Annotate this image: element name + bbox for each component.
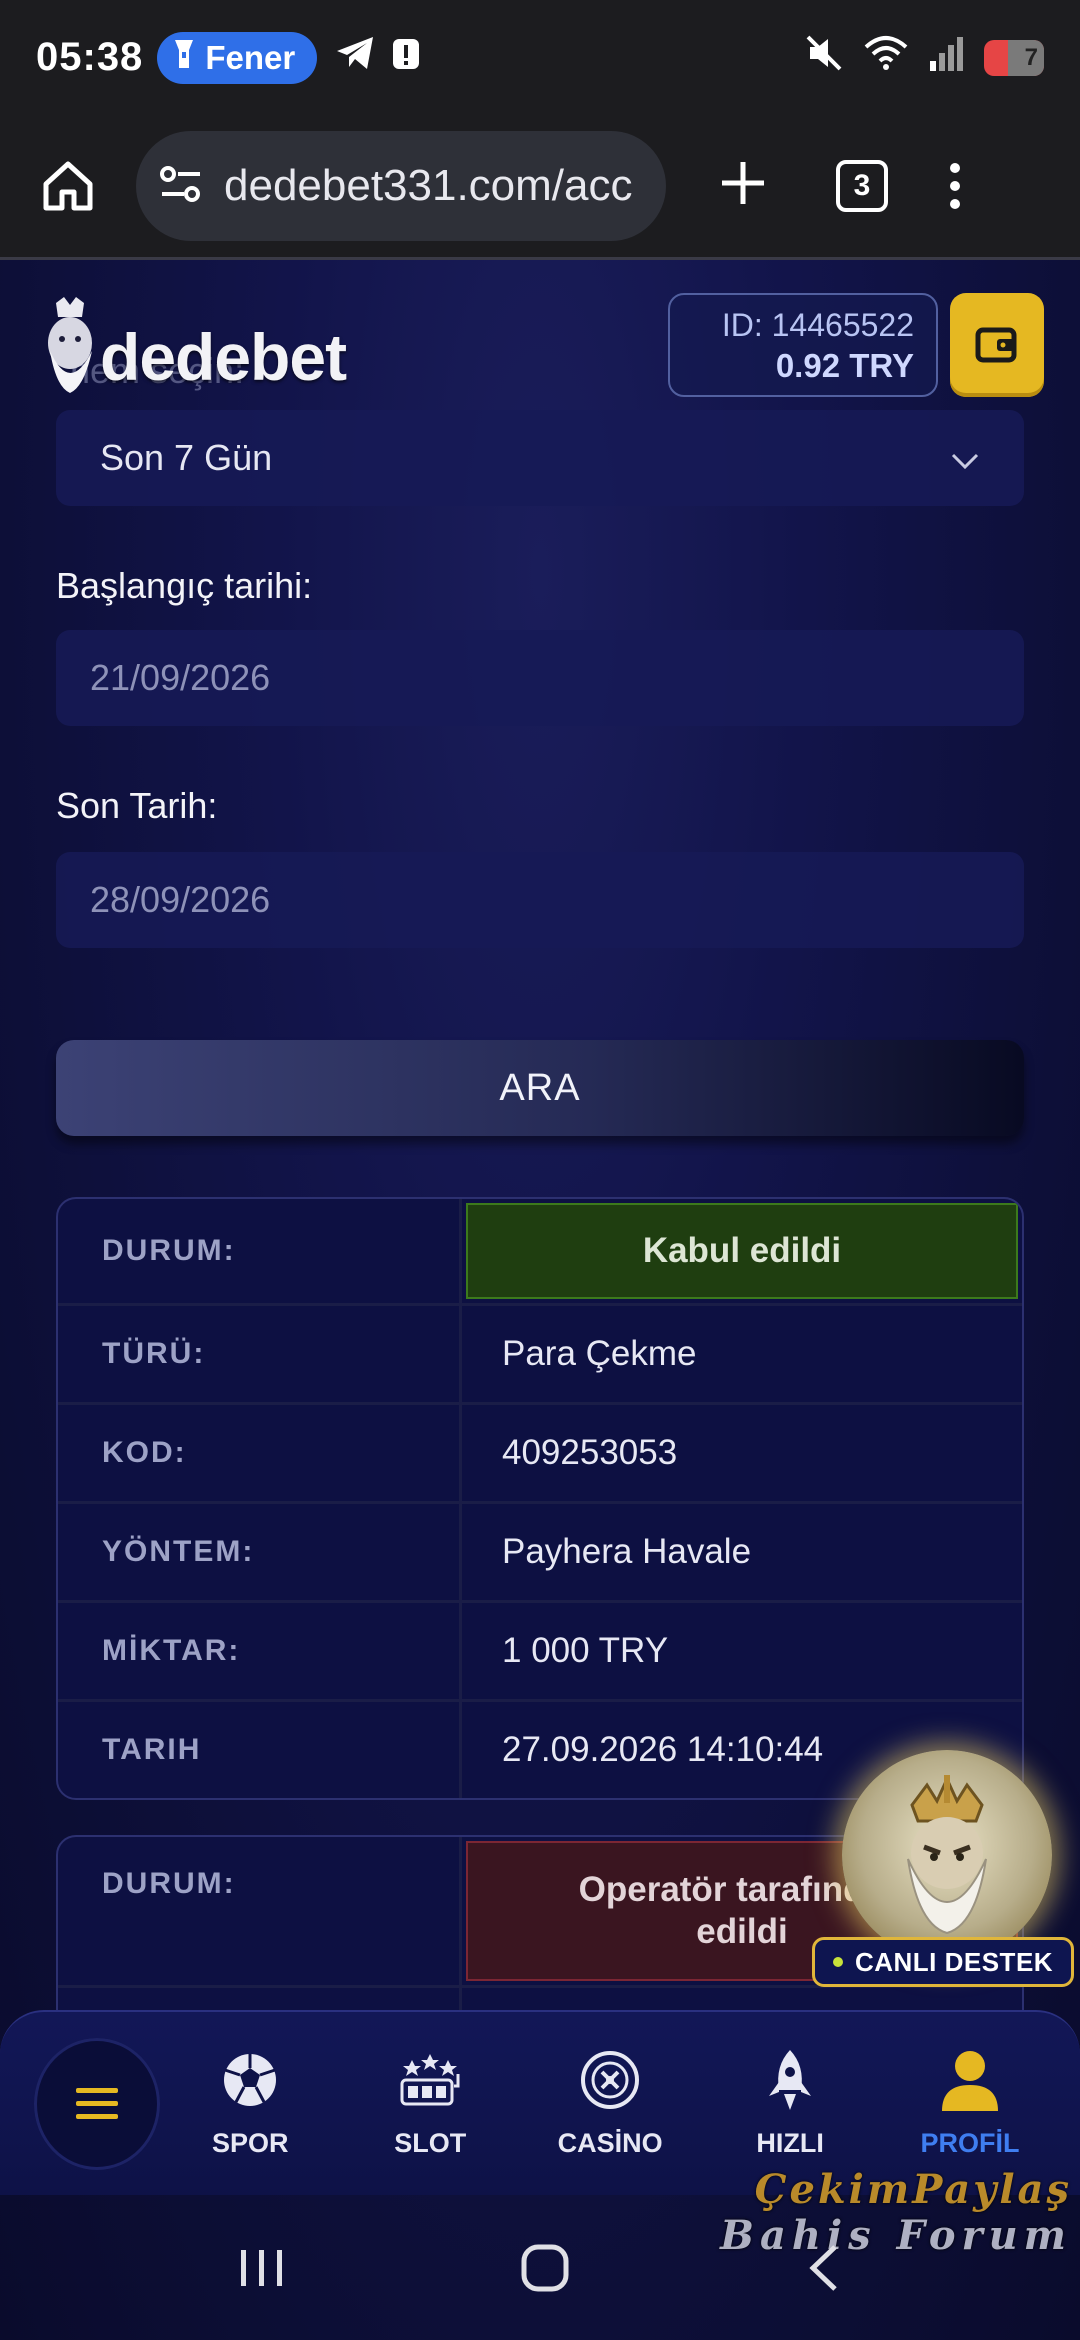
end-date-label: Son Tarih: [56,785,218,826]
online-dot-icon [832,1957,843,1967]
king-mascot-icon [907,1775,987,1935]
back-button[interactable] [803,2243,843,2298]
home-button[interactable] [30,148,106,224]
system-navigation-bar [0,2200,1080,2340]
nav-label: SPOR [212,2128,289,2158]
row-key: TARIH [58,1702,462,1798]
home-icon [43,161,93,211]
row-value: 409253053 [502,1433,678,1472]
url-bar[interactable]: dedebet331.com/acc [136,131,666,241]
live-support-label[interactable]: CANLI DESTEK [812,1937,1074,1987]
nav-label: HIZLI [756,2128,824,2158]
alert-icon [393,35,420,81]
status-badge-accepted: Kabul edildi [466,1203,1018,1299]
balance-box[interactable]: ID: 14465522 0.92 TRY [668,293,938,397]
nav-item-profil[interactable]: PROFİL [880,2048,1060,2159]
flashlight-icon [173,38,195,78]
site-header: dedebet ID: 14465522 0.92 TRY [0,260,1080,430]
browser-toolbar: dedebet331.com/acc 3 [0,115,1080,260]
tab-switcher-button[interactable]: 3 [836,160,888,212]
wifi-icon [862,33,910,83]
row-value: 1 000 TRY [502,1631,669,1670]
table-row: MİKTAR: 1 000 TRY [58,1600,1022,1699]
plus-icon [722,162,764,204]
row-key: KOD: [58,1405,462,1501]
site-settings-icon[interactable] [158,164,204,209]
wallet-icon [975,327,1017,363]
wallet-button[interactable] [950,293,1044,397]
telegram-icon [335,35,375,81]
status-time: 05:38 [36,35,144,79]
flashlight-pill[interactable]: Fener [157,31,318,84]
table-row: KOD: 409253053 [58,1402,1022,1501]
start-date-label: Başlangıç tarihi: [56,565,313,606]
system-home-button[interactable] [520,2243,570,2298]
recents-icon [240,2249,282,2286]
balance-amount: 0.92 TRY [775,347,914,384]
support-avatar [842,1750,1052,1960]
user-id: ID: 14465522 [721,307,914,343]
nav-item-spor[interactable]: SPOR [160,2048,340,2159]
slot-machine-icon [398,2048,462,2112]
rocket-icon [767,2048,813,2112]
logo-king-icon [48,297,92,393]
period-select[interactable]: Son 7 Gün [56,410,1024,506]
battery-icon: 7 [984,39,1044,76]
soccer-ball-icon [220,2048,280,2112]
battery-level: 7 [1024,43,1038,71]
table-row: YÖNTEM: Payhera Havale [58,1501,1022,1600]
table-row: DURUM: Kabul edildi [58,1199,1022,1303]
logo-text: dedebet [100,320,347,394]
system-home-icon [521,2244,569,2291]
nav-label: PROFİL [920,2128,1020,2158]
live-support-text: CANLI DESTEK [854,1946,1054,1977]
back-icon [809,2244,838,2291]
status-key: DURUM: [58,1199,462,1303]
nav-item-hizli[interactable]: HIZLI [700,2048,880,2159]
status-key: DURUM: [58,1837,462,1985]
chevron-down-icon [950,437,980,479]
period-select-value: Son 7 Gün [100,437,273,478]
mute-icon [804,33,844,83]
more-menu-icon[interactable] [950,163,960,209]
new-tab-button[interactable] [708,154,778,218]
recents-button[interactable] [237,2246,287,2295]
flashlight-label: Fener [205,38,296,76]
start-date-input[interactable] [56,630,1024,726]
row-value: Payhera Havale [502,1532,752,1571]
row-key: YÖNTEM: [58,1504,462,1600]
end-date-input[interactable] [56,852,1024,948]
page-content: nem seçin: dedebet ID: 14465522 0.92 TRY… [0,260,1080,2340]
roulette-icon [580,2048,640,2112]
transaction-card: DURUM: Kabul edildi TÜRÜ: Para Çekme KOD… [56,1197,1024,1800]
nav-item-casino[interactable]: CASİNO [520,2048,700,2159]
nav-label: SLOT [394,2128,467,2158]
row-key: MİKTAR: [58,1603,462,1699]
nav-item-slot[interactable]: SLOT [340,2048,520,2159]
user-icon [940,2048,1000,2112]
search-button[interactable]: ARA [56,1040,1024,1136]
nav-label: CASİNO [557,2128,663,2158]
hamburger-menu-button[interactable] [34,2037,161,2170]
site-logo[interactable]: dedebet [36,295,347,395]
row-value: Para Çekme [502,1334,697,1373]
signal-icon [928,33,966,83]
table-row: TÜRÜ: Para Çekme [58,1303,1022,1402]
url-text: dedebet331.com/acc [224,161,633,210]
hamburger-icon [76,2087,119,2119]
status-bar: 05:38 Fener 7 [0,0,1080,115]
row-key: TÜRÜ: [58,1306,462,1402]
